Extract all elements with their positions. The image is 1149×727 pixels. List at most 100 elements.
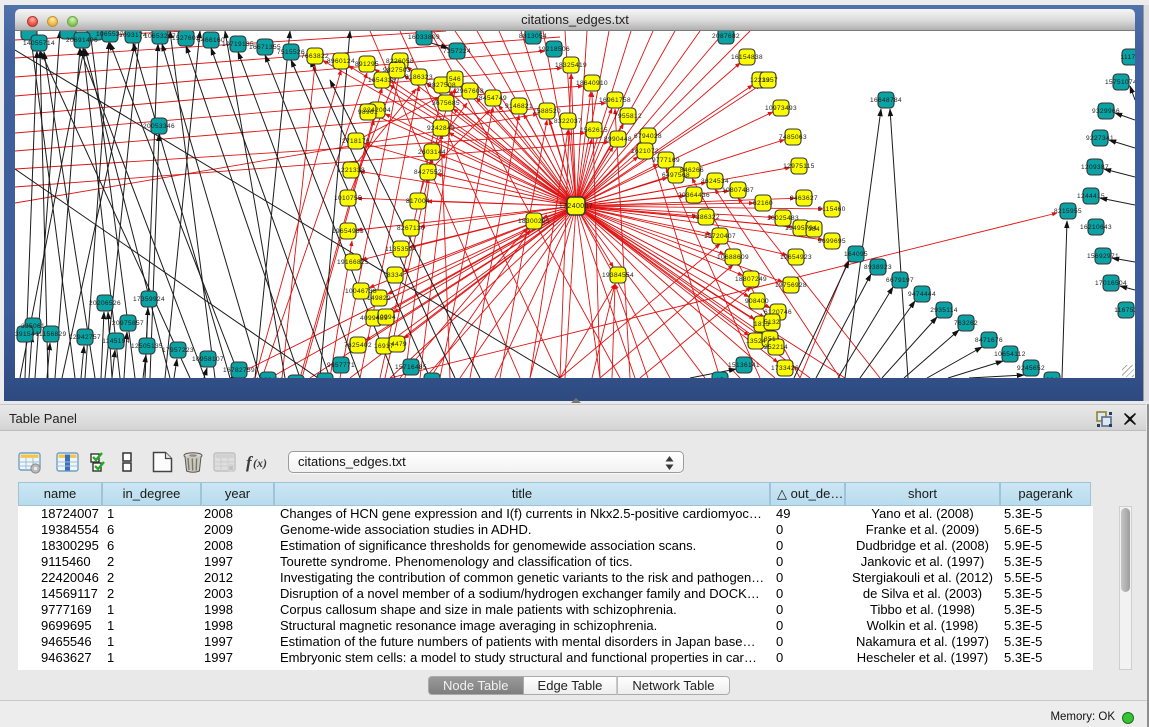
svg-text:2087682: 2087682 [712, 33, 740, 40]
svg-text:9827508: 9827508 [428, 82, 456, 89]
svg-text:18640910: 18640910 [576, 80, 608, 87]
svg-text:2603144: 2603144 [418, 149, 446, 156]
svg-text:16210643: 16210643 [1080, 224, 1112, 231]
svg-text:98961: 98961 [358, 109, 378, 116]
svg-text:16648784: 16648784 [870, 97, 902, 104]
svg-text:19654923: 19654923 [780, 254, 812, 261]
svg-text:1562615: 1562615 [580, 127, 608, 134]
svg-text:15136141: 15136141 [728, 362, 760, 369]
svg-text:9827503: 9827503 [383, 67, 411, 74]
svg-text:9329966: 9329966 [1092, 108, 1120, 115]
svg-text:14055714: 14055714 [23, 40, 55, 47]
svg-text:62160: 62160 [753, 200, 773, 207]
svg-text:891295: 891295 [355, 61, 379, 68]
svg-text:16782759: 16782759 [223, 367, 255, 374]
svg-text:12942757: 12942757 [69, 334, 101, 341]
svg-text:10973493: 10973493 [765, 105, 797, 112]
svg-text:8813054: 8813054 [519, 33, 547, 40]
svg-text:1010755: 1010755 [334, 195, 362, 202]
svg-text:3675685: 3675685 [432, 100, 460, 107]
svg-text:15716485: 15716485 [395, 364, 427, 371]
svg-text:6466160: 6466160 [197, 37, 225, 44]
svg-text:3624534: 3624534 [701, 178, 729, 185]
svg-text:1244415: 1244415 [1077, 193, 1105, 200]
svg-text:12975115: 12975115 [783, 163, 815, 170]
svg-text:335061: 335061 [21, 323, 45, 330]
svg-text:19384554: 19384554 [602, 272, 634, 279]
svg-text:2967608: 2967608 [456, 88, 484, 95]
svg-text:10958107: 10958107 [192, 356, 224, 363]
svg-text:17240007: 17240007 [559, 203, 593, 210]
svg-text:15: 15 [716, 377, 724, 378]
svg-text:10025483: 10025483 [767, 215, 799, 222]
svg-text:12505135: 12505135 [131, 343, 163, 350]
svg-text:10046738: 10046738 [345, 288, 377, 295]
svg-text:6794028: 6794028 [634, 133, 662, 140]
svg-text:14479: 14479 [387, 341, 407, 348]
svg-text:8322037: 8322037 [554, 118, 582, 125]
svg-text:7357224: 7357224 [443, 48, 471, 55]
svg-text:9115460: 9115460 [818, 206, 846, 213]
svg-text:546: 546 [449, 76, 461, 83]
svg-text:1588520: 1588520 [533, 108, 561, 115]
svg-text:8938923: 8938923 [864, 264, 892, 271]
svg-text:18325419: 18325419 [555, 62, 587, 69]
svg-text:20206526: 20206526 [89, 300, 121, 307]
svg-text:11156829: 11156829 [35, 331, 66, 338]
svg-text:8215955: 8215955 [1054, 208, 1082, 215]
svg-text:8471676: 8471676 [975, 337, 1003, 344]
svg-text:11353594: 11353594 [385, 246, 417, 253]
svg-text:9657771: 9657771 [327, 362, 355, 369]
svg-text:6120746: 6120746 [764, 309, 792, 316]
svg-text:8186323: 8186323 [405, 74, 433, 81]
svg-text:9227341: 9227341 [1086, 135, 1114, 142]
svg-text:20975857: 20975857 [112, 320, 144, 327]
svg-text:16033809: 16033809 [408, 34, 440, 41]
svg-text:(x): (x) [253, 456, 267, 470]
svg-text:8334: 8334 [387, 272, 403, 279]
svg-text:817004: 817004 [406, 198, 430, 205]
svg-text:10654112: 10654112 [994, 351, 1026, 358]
svg-text:10807487: 10807487 [722, 187, 754, 194]
svg-text:252214: 252214 [764, 344, 788, 351]
svg-text:15751074: 15751074 [1105, 79, 1135, 86]
svg-text:10688609: 10688609 [717, 254, 749, 261]
svg-text:8960124: 8960124 [327, 58, 355, 65]
svg-text:15692971: 15692971 [1087, 253, 1119, 260]
svg-text:19218506: 19218506 [538, 46, 570, 53]
svg-text:7485063: 7485063 [779, 134, 807, 141]
svg-text:17359924: 17359924 [133, 296, 165, 303]
svg-text:2935114: 2935114 [930, 307, 958, 314]
svg-text:16154838: 16154838 [731, 54, 763, 61]
svg-text:1209387: 1209387 [1081, 164, 1109, 171]
svg-text:1221338: 1221338 [337, 167, 365, 174]
svg-text:19756928: 19756928 [775, 282, 807, 289]
svg-text:1654338: 1654338 [368, 77, 396, 84]
svg-text:8226058: 8226058 [386, 58, 414, 65]
svg-text:20691406: 20691406 [66, 37, 98, 44]
svg-text:1527602: 1527602 [172, 35, 200, 42]
svg-text:5132: 5132 [764, 319, 780, 326]
svg-text:7625402: 7625402 [344, 342, 372, 349]
svg-text:8427552: 8427552 [414, 169, 442, 176]
svg-text:9245652: 9245652 [1017, 365, 1045, 372]
svg-text:8990448: 8990448 [604, 136, 632, 143]
svg-text:851: 851 [764, 336, 776, 343]
svg-text:8454749: 8454749 [479, 95, 507, 102]
svg-text:13957: 13957 [758, 77, 778, 84]
svg-text:39154: 39154 [15, 331, 35, 338]
svg-text:1093174: 1093174 [119, 32, 147, 39]
svg-text:7386322: 7386322 [692, 214, 720, 221]
svg-text:8267130: 8267130 [397, 225, 425, 232]
svg-text:6497568: 6497568 [662, 172, 690, 179]
svg-text:40994: 40994 [376, 314, 396, 321]
svg-text:20053346: 20053346 [143, 123, 175, 130]
svg-text:9699695: 9699695 [818, 238, 846, 245]
svg-text:16961758: 16961758 [599, 97, 631, 104]
svg-text:15720407: 15720407 [704, 233, 736, 240]
svg-text:908400: 908400 [745, 298, 769, 305]
svg-text:11923448: 11923448 [252, 377, 284, 378]
svg-text:1621072: 1621072 [631, 148, 659, 155]
svg-text:763262: 763262 [954, 320, 978, 327]
svg-text:17016504: 17016504 [1095, 280, 1127, 287]
